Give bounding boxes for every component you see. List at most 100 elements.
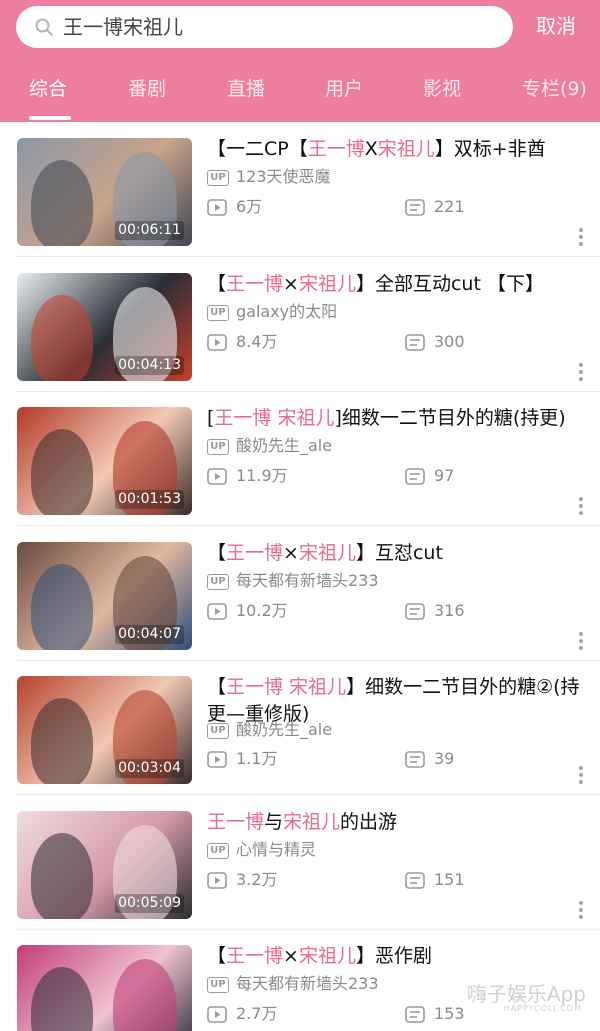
title-text: 【	[207, 676, 227, 698]
cancel-button[interactable]: 取消	[536, 12, 576, 40]
title-text: 与	[264, 811, 284, 833]
uploader-row[interactable]: UP 酸奶先生_ale	[207, 435, 332, 457]
play-count-icon	[207, 603, 227, 620]
view-count: 2.7万	[207, 1003, 277, 1025]
title-text: ]细数一二节目外的糖(持更)	[334, 407, 566, 429]
tab-movies[interactable]: 影视	[423, 76, 461, 102]
watermark-text: 嗨子娱乐App	[466, 982, 586, 1006]
video-title[interactable]: 王一博与宋祖儿的出游	[207, 809, 592, 836]
video-duration: 00:05:09	[115, 894, 184, 913]
video-title[interactable]: 【王一博×宋祖儿】全部互动cut 【下】	[207, 271, 592, 298]
danmaku-count: 97	[405, 465, 454, 487]
more-options-icon[interactable]	[579, 901, 583, 919]
up-badge-icon: UP	[207, 304, 229, 321]
thumbnail-figure	[31, 564, 93, 650]
danmaku-count-value: 300	[434, 332, 465, 351]
uploader-row[interactable]: UP galaxy的太阳	[207, 301, 337, 323]
tab-bar: 综合 番剧 直播 用户 影视 专栏(9)	[0, 74, 600, 122]
video-result-item[interactable]: 00:04:07 【王一博×宋祖儿】互怼cut UP 每天都有新墙头233 10.2万 3…	[0, 526, 600, 661]
uploader-row[interactable]: UP 每天都有新墙头233	[207, 973, 379, 995]
search-input[interactable]: 王一博宋祖儿	[16, 6, 513, 48]
watermark-subtext: HAPPYCOLI.COM	[503, 1004, 582, 1013]
more-options-icon[interactable]	[579, 497, 583, 515]
up-badge-icon: UP	[207, 438, 229, 455]
view-count: 10.2万	[207, 600, 288, 622]
video-duration: 00:04:13	[115, 356, 184, 375]
view-count: 6万	[207, 196, 262, 218]
uploader-row[interactable]: UP 每天都有新墙头233	[207, 570, 379, 592]
title-keyword-highlight: 王一博	[226, 945, 284, 967]
title-keyword-highlight: 宋祖儿	[298, 273, 356, 295]
title-text: 】全部互动cut 【下】	[355, 273, 544, 295]
title-text: 【	[207, 945, 227, 967]
search-query: 王一博宋祖儿	[63, 15, 183, 39]
view-count: 8.4万	[207, 331, 277, 353]
thumbnail-figure	[31, 295, 93, 381]
play-count-icon	[207, 334, 227, 351]
video-title[interactable]: 【王一博×宋祖儿】恶作剧	[207, 943, 592, 970]
more-options-icon[interactable]	[579, 632, 583, 650]
danmaku-count-value: 316	[434, 601, 465, 620]
up-badge-icon: UP	[207, 976, 229, 993]
more-options-icon[interactable]	[579, 228, 583, 246]
video-thumbnail[interactable]: 00:04:13	[17, 273, 192, 381]
uploader-row[interactable]: UP 酸奶先生_ale	[207, 719, 332, 741]
tab-bangumi[interactable]: 番剧	[128, 76, 166, 102]
title-text: ×	[283, 542, 299, 564]
uploader-row[interactable]: UP 123天使恶魔	[207, 166, 331, 188]
video-result-item[interactable]: 00:06:11 【一二CP【王一博X宋祖儿】双标+非酋 UP 123天使恶魔 6万 22…	[0, 122, 600, 257]
danmaku-count: 316	[405, 600, 465, 622]
view-count-value: 3.2万	[236, 870, 278, 889]
video-thumbnail[interactable]: 00:04:07	[17, 542, 192, 650]
title-keyword-highlight: 王一博 宋祖儿	[214, 407, 335, 429]
thumbnail-figure	[31, 698, 93, 784]
video-thumbnail[interactable]: 00:01:53	[17, 407, 192, 515]
video-title[interactable]: 【王一博×宋祖儿】互怼cut	[207, 540, 592, 567]
uploader-name: 心情与精灵	[236, 840, 317, 859]
tab-live[interactable]: 直播	[227, 76, 265, 102]
more-options-icon[interactable]	[579, 766, 583, 784]
video-thumbnail[interactable]: 00:05:09	[17, 811, 192, 919]
title-text: 】双标+非酋	[434, 138, 546, 160]
view-count-value: 1.1万	[236, 749, 278, 768]
up-badge-icon: UP	[207, 169, 229, 186]
tab-all[interactable]: 综合	[29, 76, 67, 102]
title-text: ×	[283, 945, 299, 967]
uploader-name: 123天使恶魔	[236, 167, 331, 186]
danmaku-count-value: 39	[434, 749, 455, 768]
danmaku-icon	[405, 603, 425, 620]
video-result-item[interactable]: 00:05:09 王一博与宋祖儿的出游 UP 心情与精灵 3.2万 151	[0, 795, 600, 930]
header-bar: 王一博宋祖儿 取消 综合 番剧 直播 用户 影视 专栏(9)	[0, 0, 600, 122]
video-result-item[interactable]: 00:01:53 [王一博 宋祖儿]细数一二节目外的糖(持更) UP 酸奶先生_ale…	[0, 391, 600, 526]
view-count-value: 10.2万	[236, 601, 288, 620]
title-text: ×	[283, 273, 299, 295]
tab-users[interactable]: 用户	[325, 76, 363, 102]
video-thumbnail[interactable]: 00:06:11	[17, 138, 192, 246]
video-result-item[interactable]: 00:04:13 【王一博×宋祖儿】全部互动cut 【下】 UP galaxy的太阳 8…	[0, 257, 600, 392]
video-title[interactable]: [王一博 宋祖儿]细数一二节目外的糖(持更)	[207, 405, 592, 432]
uploader-row[interactable]: UP 心情与精灵	[207, 839, 316, 861]
uploader-name: 每天都有新墙头233	[236, 974, 379, 993]
danmaku-count-value: 153	[434, 1004, 465, 1023]
play-count-icon	[207, 872, 227, 889]
up-badge-icon: UP	[207, 842, 229, 859]
uploader-name: 每天都有新墙头233	[236, 571, 379, 590]
danmaku-count-value: 151	[434, 870, 465, 889]
view-count-value: 2.7万	[236, 1004, 278, 1023]
video-thumbnail[interactable]: 00:03:04	[17, 676, 192, 784]
danmaku-icon	[405, 751, 425, 768]
title-text: 【	[207, 273, 227, 295]
danmaku-icon	[405, 1006, 425, 1023]
view-count: 11.9万	[207, 465, 288, 487]
tab-columns[interactable]: 专栏(9)	[522, 76, 587, 102]
title-keyword-highlight: 王一博	[207, 811, 265, 833]
play-count-icon	[207, 468, 227, 485]
danmaku-icon	[405, 468, 425, 485]
video-result-item[interactable]: 00:03:04 【王一博 宋祖儿】细数一二节目外的糖②(持更—重修版) UP 酸奶先…	[0, 660, 600, 795]
thumbnail-figure	[31, 833, 93, 919]
video-thumbnail[interactable]	[17, 945, 192, 1031]
thumbnail-figure	[31, 967, 93, 1031]
view-count: 1.1万	[207, 748, 277, 770]
video-title[interactable]: 【一二CP【王一博X宋祖儿】双标+非酋	[207, 136, 592, 163]
more-options-icon[interactable]	[579, 363, 583, 381]
